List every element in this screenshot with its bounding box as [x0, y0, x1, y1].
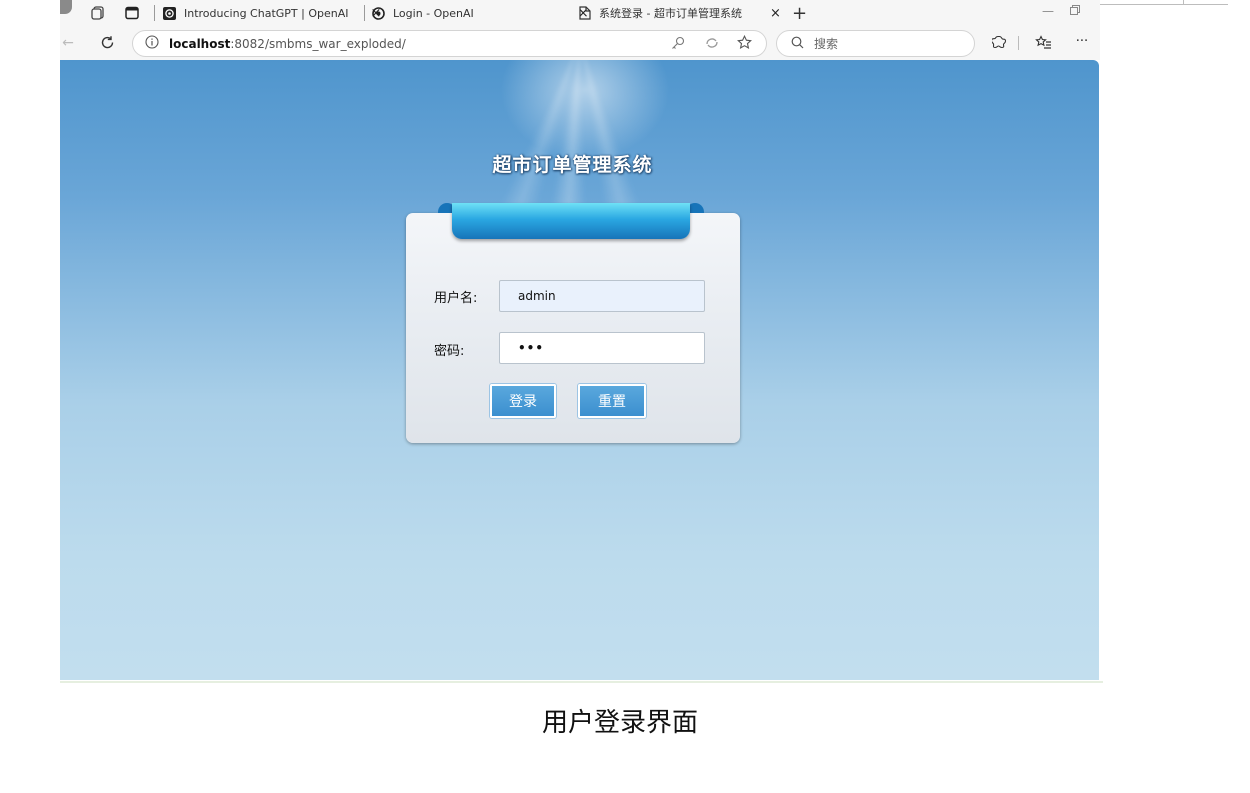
openai-icon — [163, 6, 176, 20]
tab-title: 系统登录 - 超市订单管理系统 — [599, 7, 742, 20]
info-icon[interactable] — [145, 35, 159, 52]
tab-title: Introducing ChatGPT | OpenAI — [184, 6, 349, 20]
tab-introducing-chatgpt[interactable]: Introducing ChatGPT | OpenAI × — [163, 0, 381, 26]
close-icon[interactable]: × — [770, 6, 781, 21]
toolbar-separator — [1018, 36, 1019, 50]
username-label: 用户名: — [434, 291, 478, 306]
login-button[interactable]: 登录 — [490, 384, 556, 418]
restore-icon[interactable] — [1070, 4, 1080, 18]
top-rule-tick — [1183, 0, 1184, 5]
tab-title: Login - OpenAI — [393, 6, 474, 20]
favorites-list-icon[interactable] — [1034, 34, 1052, 50]
panel-ribbon — [436, 203, 706, 241]
tab-separator — [364, 5, 365, 21]
page-icon — [578, 6, 591, 20]
new-tab-button[interactable]: + — [792, 0, 807, 26]
password-label: 密码: — [434, 344, 465, 359]
collections-icon[interactable] — [90, 5, 106, 21]
tab-actions-icon[interactable] — [124, 5, 140, 21]
username-input[interactable]: admin — [499, 280, 705, 312]
favorite-star-icon[interactable] — [737, 34, 752, 53]
tab-login-openai[interactable]: Login - OpenAI × — [372, 0, 589, 26]
minimize-icon[interactable]: — — [1042, 4, 1054, 18]
more-menu-icon[interactable]: ··· — [1072, 33, 1092, 49]
key-icon[interactable] — [671, 36, 685, 53]
password-input[interactable]: ••• — [499, 332, 705, 364]
figure-caption: 用户登录界面 — [541, 708, 698, 738]
tab-separator — [154, 5, 155, 21]
openai-icon — [372, 6, 385, 20]
url-path: :8082/smbms_war_exploded/ — [230, 36, 406, 51]
tab-system-login[interactable]: 系统登录 - 超市订单管理系统 × — [578, 0, 781, 26]
extensions-icon[interactable] — [991, 34, 1007, 50]
viewport-bottom-rule — [60, 681, 1103, 683]
login-panel — [406, 213, 740, 443]
search-icon — [791, 36, 804, 52]
search-placeholder: 搜索 — [814, 37, 839, 51]
url-host: localhost — [169, 36, 231, 51]
url-bar[interactable]: localhost:8082/smbms_war_exploded/ — [132, 30, 767, 57]
reset-button[interactable]: 重置 — [578, 384, 646, 418]
read-aloud-icon[interactable] — [705, 36, 719, 53]
search-bar[interactable]: 搜索 — [776, 30, 975, 57]
plus-icon: + — [792, 2, 808, 24]
top-rule — [1100, 4, 1228, 5]
